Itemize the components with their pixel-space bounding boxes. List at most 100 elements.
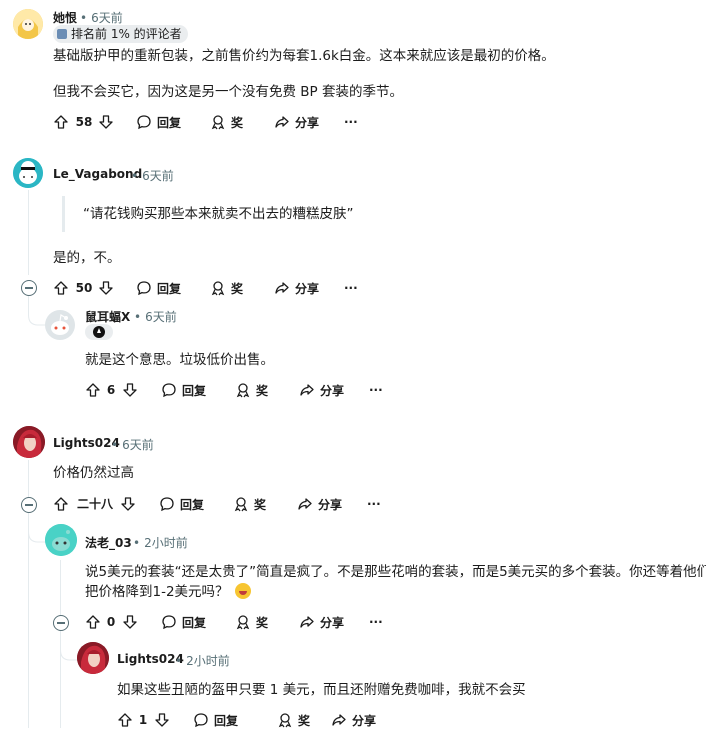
share-icon xyxy=(300,616,314,628)
more-icon: ··· xyxy=(344,281,358,295)
avatar[interactable] xyxy=(45,310,75,340)
comment-body-line: 但我不会买它，因为这是另一个没有免费 BP 套装的季节。 xyxy=(53,84,403,100)
avatar[interactable] xyxy=(13,9,43,39)
username[interactable]: Le_Vagabond xyxy=(53,167,142,181)
more-options-button[interactable]: ··· xyxy=(367,492,381,516)
upvote-button[interactable] xyxy=(85,378,101,402)
share-button[interactable]: 分享 xyxy=(274,276,319,300)
upvote-icon xyxy=(54,497,68,511)
award-button[interactable]: 奖 xyxy=(210,110,243,134)
downvote-icon xyxy=(123,615,137,629)
reply-button[interactable]: 回复 xyxy=(136,110,181,134)
share-icon xyxy=(275,282,289,294)
more-icon: ··· xyxy=(367,497,381,511)
upvote-icon xyxy=(118,713,132,727)
share-button[interactable]: 分享 xyxy=(297,492,342,516)
username[interactable]: 她恨 xyxy=(53,9,77,26)
avatar[interactable] xyxy=(13,158,43,188)
top-commenter-badge: 排名前 1% 的评论者 xyxy=(53,25,188,43)
award-label: 奖 xyxy=(298,713,311,728)
share-button[interactable]: 分享 xyxy=(299,610,344,634)
share-label: 分享 xyxy=(320,615,345,630)
share-label: 分享 xyxy=(295,115,320,130)
downvote-icon xyxy=(121,497,135,511)
thread-line xyxy=(28,460,29,497)
avatar[interactable] xyxy=(13,426,45,458)
vote-count: 58 xyxy=(75,115,93,129)
more-options-button[interactable]: ··· xyxy=(369,378,383,402)
vote-count: 50 xyxy=(75,281,93,295)
upvote-button[interactable] xyxy=(85,610,101,634)
reply-button[interactable]: 回复 xyxy=(193,708,238,732)
collapse-thread-button[interactable] xyxy=(21,497,37,513)
timestamp-text: 6天前 xyxy=(91,11,123,25)
timestamp: • 6天前 xyxy=(80,11,123,25)
award-label: 奖 xyxy=(231,281,244,296)
downvote-button[interactable] xyxy=(120,492,136,516)
comment-icon xyxy=(162,383,176,398)
award-button[interactable]: 奖 xyxy=(233,492,266,516)
reply-label: 回复 xyxy=(157,281,182,296)
share-label: 分享 xyxy=(295,281,320,296)
upvote-button[interactable] xyxy=(53,276,69,300)
reply-button[interactable]: 回复 xyxy=(161,378,206,402)
comment-actions: 6 回复 奖 分享 ··· xyxy=(85,378,415,402)
username[interactable]: Lights024 xyxy=(117,652,184,666)
reply-label: 回复 xyxy=(157,115,182,130)
thread-line xyxy=(28,190,29,275)
downvote-icon xyxy=(123,383,137,397)
more-icon: ··· xyxy=(369,383,383,397)
upvote-button[interactable] xyxy=(53,110,69,134)
username[interactable]: Lights024 xyxy=(53,436,120,450)
comment-body-line: 说5美元的套装“还是太贵了”简直是疯了。不是那些花哨的套装，而是5美元买的多个套… xyxy=(85,564,706,580)
collapse-thread-button[interactable] xyxy=(21,280,37,296)
award-label: 奖 xyxy=(231,115,244,130)
username[interactable]: 鼠耳蝠X xyxy=(85,308,130,325)
comment-actions: 50 回复 奖 分享 ··· xyxy=(53,276,383,300)
comment-actions: 0 回复 奖 分享 ··· xyxy=(85,610,415,634)
comment-icon xyxy=(137,115,151,130)
timestamp: • 2小时前 xyxy=(133,536,188,550)
award-label: 奖 xyxy=(254,497,267,512)
award-icon xyxy=(236,615,250,630)
timestamp: • 6天前 xyxy=(134,310,177,324)
downvote-button[interactable] xyxy=(122,378,138,402)
more-options-button[interactable]: ··· xyxy=(369,610,383,634)
more-options-button[interactable]: ··· xyxy=(344,110,358,134)
comment-body-line: 基础版护甲的重新包装，之前售价约为每套1.6k白金。这本来就应该是最初的价格。 xyxy=(53,48,555,64)
award-button[interactable]: 奖 xyxy=(277,708,310,732)
avatar[interactable] xyxy=(77,642,109,674)
comment-actions: 58 回复 奖 分享 ··· xyxy=(53,110,383,134)
award-icon xyxy=(278,713,292,728)
share-button[interactable]: 分享 xyxy=(331,708,376,732)
downvote-button[interactable] xyxy=(98,110,114,134)
reply-button[interactable]: 回复 xyxy=(136,276,181,300)
flair-badge xyxy=(85,324,113,340)
award-button[interactable]: 奖 xyxy=(210,276,243,300)
upvote-button[interactable] xyxy=(117,708,133,732)
downvote-button[interactable] xyxy=(154,708,170,732)
award-button[interactable]: 奖 xyxy=(235,610,268,634)
flair-icon xyxy=(93,326,105,338)
share-button[interactable]: 分享 xyxy=(299,378,344,402)
laughing-emoji-icon xyxy=(234,583,251,599)
avatar[interactable] xyxy=(45,524,77,556)
username[interactable]: 法老_03 xyxy=(85,534,132,551)
downvote-button[interactable] xyxy=(122,610,138,634)
award-icon xyxy=(236,383,250,398)
downvote-button[interactable] xyxy=(98,276,114,300)
share-button[interactable]: 分享 xyxy=(274,110,319,134)
award-button[interactable]: 奖 xyxy=(235,378,268,402)
reply-label: 回复 xyxy=(182,383,207,398)
upvote-icon xyxy=(54,281,68,295)
reply-label: 回复 xyxy=(180,497,205,512)
reply-button[interactable]: 回复 xyxy=(159,492,204,516)
comment-icon xyxy=(160,497,174,512)
reply-button[interactable]: 回复 xyxy=(161,610,206,634)
upvote-button[interactable] xyxy=(53,492,69,516)
collapse-thread-button[interactable] xyxy=(53,615,69,631)
timestamp: • 6天前 xyxy=(111,438,154,452)
upvote-icon xyxy=(86,383,100,397)
more-options-button[interactable]: ··· xyxy=(344,276,358,300)
comment-body-line: 是的，不。 xyxy=(53,250,121,266)
